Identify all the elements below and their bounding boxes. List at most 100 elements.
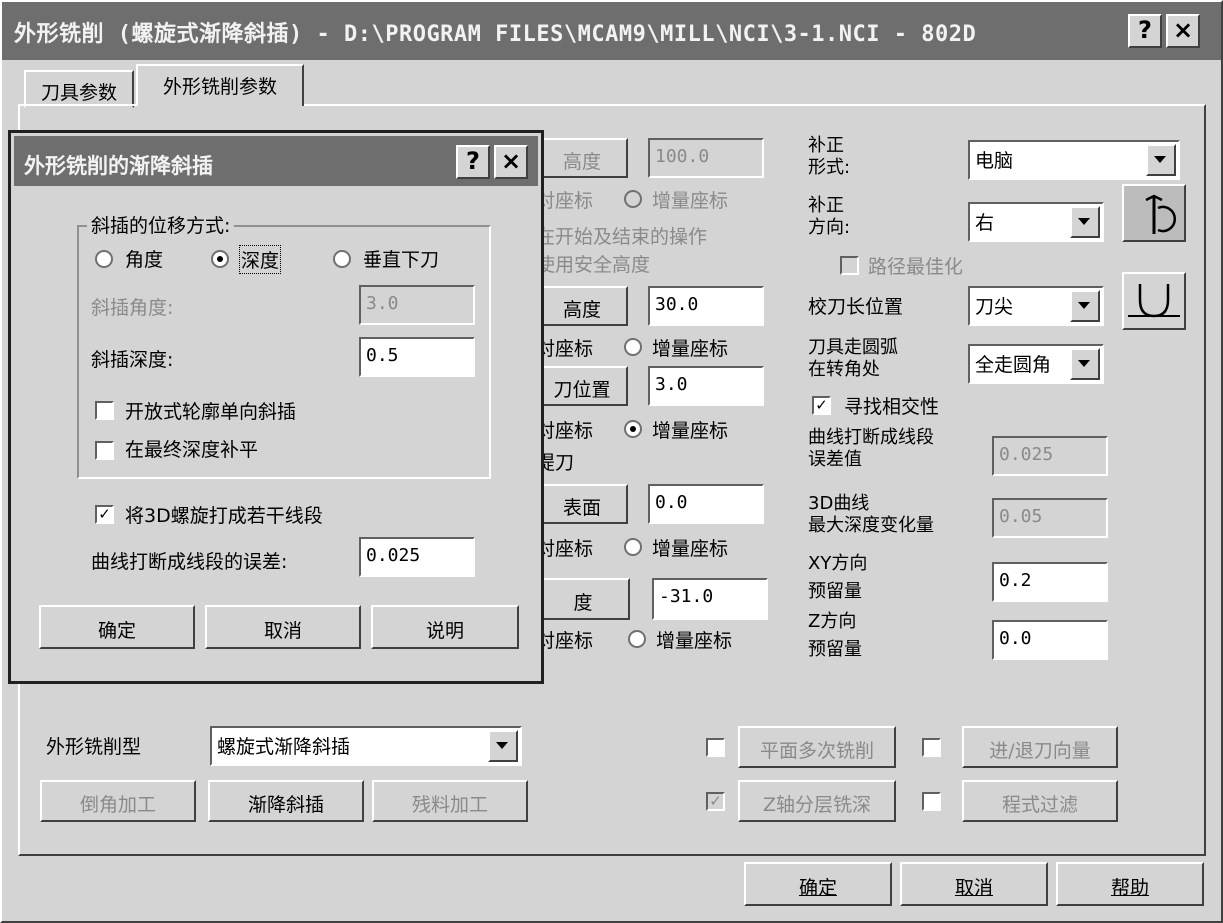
clearance-inc-radio[interactable] (624, 190, 642, 208)
ramp-depth-label: 斜插深度: (91, 349, 174, 371)
angle-radio[interactable] (95, 250, 113, 268)
cancel-button[interactable]: 取消 (900, 862, 1048, 906)
xy-stock-field[interactable]: 0.2 (992, 562, 1108, 602)
ramp-method-legend: 斜插的位移方式: (87, 211, 235, 238)
contour-type-select[interactable]: 螺旋式渐降斜插 (210, 726, 522, 766)
break-tol-field[interactable]: 0.025 (359, 537, 475, 577)
top-inc-radio[interactable] (624, 538, 642, 556)
depth3d-field[interactable]: 0.05 (992, 498, 1108, 538)
top-inc-label: 增量座标 (652, 538, 729, 560)
tool-tip-icon[interactable] (1122, 272, 1186, 330)
tab-tool-parameters[interactable]: 刀具参数 (24, 70, 134, 108)
title-bar: 外形铣削 (螺旋式渐降斜插) - D:\PROGRAM FILES\MCAM9\… (2, 2, 1221, 60)
multipass-button[interactable]: 平面多次铣削 (738, 726, 896, 768)
leadinout-button[interactable]: 进/退刀向量 (962, 726, 1118, 768)
feed-plane-field[interactable]: 3.0 (648, 366, 764, 406)
tip-comp-select[interactable]: 刀尖 (968, 286, 1104, 326)
remachining-button[interactable]: 残料加工 (372, 780, 528, 822)
depth-inc-radio[interactable] (628, 630, 646, 648)
depth-abs-label: 对座标 (536, 630, 594, 652)
dialog-close-button[interactable]: × (494, 145, 528, 179)
break3d-label: 将3D螺旋打成若干线段 (125, 505, 323, 527)
ramp-dialog: 外形铣削的渐降斜插 ? × 斜插的位移方式: 角度 深度 垂直下刀 斜插角度: … (8, 130, 544, 684)
filter-button[interactable]: 程式过滤 (962, 780, 1118, 822)
window-title: 外形铣削 (螺旋式渐降斜插) - D:\PROGRAM FILES\MCAM9\… (14, 22, 977, 47)
comp-dir-label-2: 方向: (808, 217, 851, 238)
retract-inc-radio[interactable] (624, 338, 642, 356)
filter-checkbox[interactable] (922, 792, 941, 811)
ramp-button[interactable]: 渐降斜插 (208, 780, 364, 822)
contour-type-label: 外形铣削型 (46, 736, 142, 758)
dialog-help-text-button[interactable]: 说明 (371, 605, 519, 649)
retract-height-field[interactable]: 30.0 (648, 286, 764, 326)
tab-contour-parameters[interactable]: 外形铣削参数 (136, 64, 304, 106)
break-tol-label: 曲线打断成线段的误差: (91, 551, 288, 573)
final-depth-checkbox[interactable] (95, 441, 114, 460)
multipass-checkbox[interactable] (706, 738, 725, 757)
depth-field[interactable]: -31.0 (652, 578, 768, 620)
retract-height-button[interactable]: 高度 (536, 286, 628, 326)
dialog-cancel-button[interactable]: 取消 (205, 605, 361, 649)
dialog-help-button[interactable]: ? (456, 145, 490, 179)
ok-button[interactable]: 确定 (744, 862, 892, 906)
open-contour-checkbox[interactable] (95, 401, 114, 420)
clearance-height-button[interactable]: 高度 (536, 138, 628, 178)
feed-abs-label: 对座标 (536, 420, 594, 442)
depth-inc-label: 增量座标 (656, 630, 733, 652)
top-of-stock-field[interactable]: 0.0 (648, 484, 764, 524)
open-contour-label: 开放式轮廓单向斜插 (125, 401, 297, 423)
safe-note-line2: 使用安全高度 (536, 254, 651, 276)
tol-field[interactable]: 0.025 (992, 436, 1108, 476)
contour-type-value: 螺旋式渐降斜插 (217, 736, 351, 758)
help-button[interactable]: ? (1128, 14, 1162, 48)
close-button[interactable]: × (1166, 14, 1200, 48)
comp-direction-icon[interactable] (1122, 184, 1186, 242)
depth-option-label: 深度 (239, 245, 282, 274)
feed-plane-button[interactable]: 刀位置 (536, 366, 628, 406)
tol-label-2: 误差值 (808, 449, 862, 470)
z-stock-label-1: Z方向 (808, 611, 857, 632)
find-intersect-checkbox[interactable]: ✓ (812, 396, 831, 415)
chevron-down-icon (1070, 348, 1100, 380)
depth-radio[interactable] (211, 250, 229, 268)
plunge-radio[interactable] (333, 250, 351, 268)
roll-cutter-select[interactable]: 全走圆角 (968, 344, 1104, 384)
feed-inc-radio[interactable] (624, 420, 642, 438)
top-of-stock-button[interactable]: 表面 (536, 484, 628, 524)
final-depth-label: 在最终深度补平 (125, 439, 259, 461)
find-intersect-label: 寻找相交性 (844, 396, 940, 418)
ramp-depth-field[interactable]: 0.5 (359, 337, 475, 377)
xy-stock-label-2: 预留量 (808, 581, 862, 602)
leadinout-checkbox[interactable] (922, 738, 941, 757)
dialog-title-bar: 外形铣削的渐降斜插 ? × (14, 136, 538, 186)
ramp-angle-field[interactable]: 3.0 (359, 285, 475, 325)
tol-label-1: 曲线打断成线段 (808, 427, 934, 448)
clearance-inc-label: 增量座标 (652, 190, 729, 212)
comp-type-select[interactable]: 电脑 (968, 140, 1180, 180)
plunge-label: 垂直下刀 (363, 249, 440, 271)
depthcuts-checkbox[interactable]: ✓ (706, 792, 725, 811)
xy-stock-label-1: XY方向 (808, 553, 868, 574)
z-stock-field[interactable]: 0.0 (992, 620, 1108, 660)
depthcuts-button[interactable]: Z轴分层铣深 (738, 780, 896, 822)
comp-type-label-1: 补正 (808, 135, 844, 156)
angle-label: 角度 (125, 249, 164, 271)
tip-comp-value: 刀尖 (975, 296, 1014, 318)
comp-dir-label-1: 补正 (808, 195, 844, 216)
dialog-ok-button[interactable]: 确定 (39, 605, 195, 649)
comp-type-value: 电脑 (975, 150, 1014, 172)
safe-note-line1: 在开始及结束的操作 (536, 226, 708, 248)
chamfer-button[interactable]: 倒角加工 (40, 780, 196, 822)
tip-comp-label: 校刀长位置 (808, 296, 904, 318)
help-main-button[interactable]: 帮助 (1056, 862, 1204, 906)
break3d-checkbox[interactable]: ✓ (95, 505, 114, 524)
clearance-height-field[interactable]: 100.0 (648, 138, 764, 178)
retract-inc-label: 增量座标 (652, 338, 729, 360)
chevron-down-icon (1070, 206, 1100, 238)
comp-dir-select[interactable]: 右 (968, 202, 1104, 242)
z-stock-label-2: 预留量 (808, 639, 862, 660)
depth3d-label-1: 3D曲线 (808, 493, 870, 514)
depth-button[interactable]: 度 (536, 578, 630, 620)
path-optimize-checkbox[interactable] (840, 256, 859, 275)
path-optimize-label: 路径最佳化 (868, 256, 964, 278)
